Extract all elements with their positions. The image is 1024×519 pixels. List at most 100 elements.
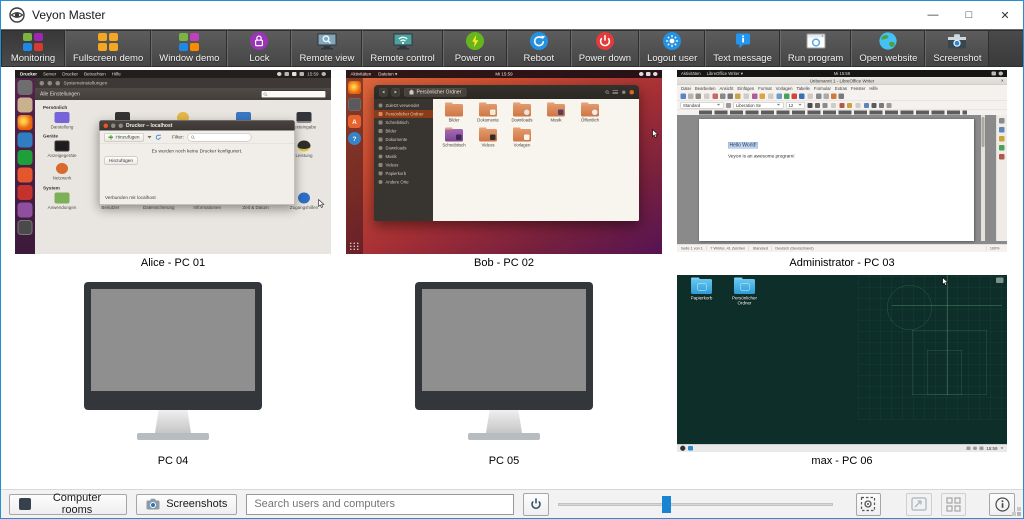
files-menu-icon	[613, 90, 619, 94]
writer-formatting-toolbar: Standard Liberation Se 12	[677, 101, 1007, 110]
monitor-magnifier-icon	[316, 31, 338, 51]
computer-bob-pc02[interactable]: Aktivitäten Dateien ▾ Mi 15:59 A ?	[346, 70, 662, 269]
remote-mouse-cursor	[652, 129, 659, 139]
computer-pc05[interactable]: PC 05	[346, 275, 662, 467]
computer-alice-pc01[interactable]: Drucker Server Drucker Betrachten Hilfe …	[15, 70, 331, 269]
screenshot-icon	[946, 31, 968, 51]
toolbar-button-open-website[interactable]: Open website	[851, 30, 925, 67]
document-heading: Hello World!	[728, 142, 758, 149]
toolbar-button-remote-control[interactable]: Remote control	[362, 30, 442, 67]
veyon-master-window: Veyon Master — □ ✕ Monitoring Fullscreen…	[0, 0, 1024, 519]
files-close-icon	[630, 90, 635, 95]
slider-track	[558, 503, 833, 506]
max-desktop: Papierkorb Persönlicher Ordner	[677, 275, 1007, 452]
reboot-icon	[529, 31, 549, 51]
grid-arrangement-icon	[946, 497, 961, 512]
titlebar: Veyon Master — □ ✕	[1, 1, 1023, 29]
sidebar-item: Musik	[374, 153, 433, 161]
computer-pc04[interactable]: PC 04	[15, 275, 331, 467]
aspect-ratio-icon	[911, 497, 927, 511]
aspect-ratio-button[interactable]	[906, 493, 932, 516]
forward-icon	[392, 88, 401, 97]
bob-topbar: Aktivitäten Dateien ▾ Mi 15:59	[346, 70, 662, 78]
toolbar-label: Text message	[713, 53, 772, 64]
alice-settings-search	[261, 90, 326, 98]
taskbar-app-icon	[688, 446, 693, 451]
screenshots-button[interactable]: Screenshots	[136, 494, 237, 515]
add-printer-dropdown-icon	[148, 136, 152, 139]
printer-dialog-titlebar: Drucker – localhost	[100, 121, 295, 131]
folder-item: Videos	[472, 129, 504, 148]
folder-item: Dokumente	[472, 104, 504, 123]
alice-unity-launcher	[15, 78, 35, 254]
computer-rooms-button[interactable]: Computer rooms	[9, 494, 127, 515]
remote-mouse-cursor	[942, 277, 949, 287]
files-header-icons	[606, 90, 635, 95]
computer-screen-administrator: Aktivitäten LibreOffice Writer ▾ Mi 15:5…	[677, 70, 1007, 254]
toolbar-button-lock[interactable]: Lock	[227, 30, 291, 67]
app-menu-icon	[680, 446, 686, 452]
printer-status-text: Verbunden mit localhost	[105, 195, 156, 201]
alice-desktop: Drucker Server Drucker Betrachten Hilfe …	[15, 70, 331, 254]
folder-item: Musik	[540, 104, 572, 123]
toolbar-button-remote-view[interactable]: Remote view	[291, 30, 362, 67]
toolbar-button-monitoring[interactable]: Monitoring	[1, 30, 65, 67]
computer-label: Administrator - PC 03	[677, 254, 1007, 269]
computer-max-pc06[interactable]: Papierkorb Persönlicher Ordner	[677, 275, 1007, 467]
printer-empty-message: Es wurden noch keine Drucker konfigurier…	[100, 149, 295, 155]
toolbar-button-window-demo[interactable]: Window demo	[151, 30, 227, 67]
thumbnail-size-slider[interactable]	[558, 495, 833, 513]
toolbar-label: Reboot	[523, 53, 554, 64]
toolbar-button-reboot[interactable]: Reboot	[507, 30, 571, 67]
folder-item: Öffentlich	[574, 104, 606, 123]
administrator-desktop: Aktivitäten LibreOffice Writer ▾ Mi 15:5…	[677, 70, 1007, 252]
power-filter-button[interactable]	[523, 493, 549, 516]
computer-screen-bob: Aktivitäten Dateien ▾ Mi 15:59 A ?	[346, 70, 662, 254]
font-size-combo: 12	[786, 102, 805, 109]
window-title: Veyon Master	[32, 8, 105, 22]
close-button[interactable]: ✕	[987, 1, 1023, 29]
computer-label: PC 05	[346, 452, 662, 467]
writer-page: Hello World! Veyon is an awesome program…	[699, 119, 974, 241]
sidebar-item-active: Persönlicher Ordner	[374, 110, 433, 118]
settings-item: Netzwerk	[43, 163, 81, 181]
alice-tray-icons: 15:59	[277, 72, 326, 77]
computer-administrator-pc03[interactable]: Aktivitäten LibreOffice Writer ▾ Mi 15:5…	[677, 70, 1007, 269]
search-input[interactable]	[246, 494, 514, 515]
fullscreen-demo-icon	[98, 33, 118, 51]
about-button[interactable]	[989, 493, 1015, 516]
toolbar-button-power-down[interactable]: Power down	[571, 30, 639, 67]
custom-arrangement-button[interactable]	[941, 493, 967, 516]
resize-grip[interactable]	[1017, 512, 1021, 516]
admin-tray-icons	[992, 72, 1004, 76]
minimize-button[interactable]: —	[915, 1, 951, 29]
desktop-icon-trash: Papierkorb	[682, 279, 721, 301]
toolbar-label: Remote control	[370, 53, 434, 64]
auto-fit-button[interactable]	[856, 493, 882, 516]
monitoring-grid-icon	[23, 33, 43, 51]
bob-clock: Mi 15:59	[346, 72, 662, 77]
toolbar-button-fullscreen-demo[interactable]: Fullscreen demo	[65, 30, 151, 67]
bob-desktop: Aktivitäten Dateien ▾ Mi 15:59 A ?	[346, 70, 662, 254]
computer-label: PC 04	[15, 452, 331, 467]
computer-screen-pc05	[346, 275, 662, 452]
window-demo-icon	[179, 33, 199, 51]
slider-handle[interactable]	[662, 496, 671, 513]
folder-item: Downloads	[506, 104, 538, 123]
toolbar-button-screenshot[interactable]: Screenshot	[925, 30, 989, 67]
open-website-icon	[878, 31, 898, 51]
alice-clock: 15:59	[307, 72, 318, 77]
toolbar-label: Screenshot	[933, 53, 981, 64]
writer-sidebar	[996, 115, 1007, 241]
toolbar-label: Power down	[579, 53, 631, 64]
toolbar-button-logout-user[interactable]: Logout user	[639, 30, 705, 67]
settings-item: Darstellung	[43, 112, 81, 130]
computer-screen-max: Papierkorb Persönlicher Ordner	[677, 275, 1007, 452]
help-icon: ?	[348, 132, 361, 145]
bob-files-window: Persönlicher Ordner Zulet	[374, 85, 639, 221]
toolbar-button-run-program[interactable]: Run program	[780, 30, 851, 67]
sidebar-item: Downloads	[374, 144, 433, 152]
maximize-button[interactable]: □	[951, 1, 987, 29]
toolbar-button-power-on[interactable]: Power on	[443, 30, 507, 67]
toolbar-button-text-message[interactable]: Text message	[705, 30, 780, 67]
